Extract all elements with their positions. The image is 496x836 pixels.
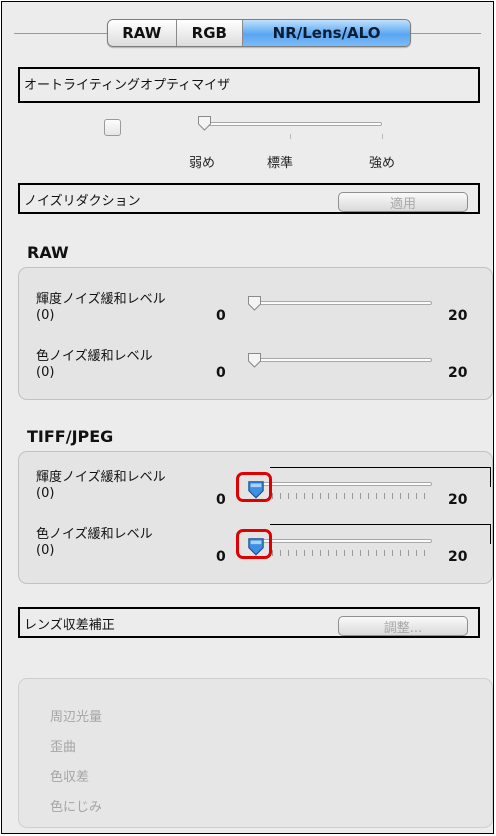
raw-heading: RAW — [27, 243, 69, 262]
nr-apply-button[interactable]: 適用 — [338, 192, 468, 212]
lens-item-color-blur: 色にじみ — [50, 800, 103, 815]
callout-line-top — [270, 467, 491, 468]
alo-scale-standard: 標準 — [267, 156, 294, 171]
alo-checkbox[interactable] — [104, 119, 121, 136]
raw-chroma-min: 0 — [216, 365, 226, 381]
callout-line-bottom — [270, 524, 491, 525]
tiff-luminance-label: 輝度ノイズ緩和レベル (0) — [36, 470, 166, 501]
tiff-chroma-slider-track[interactable] — [249, 539, 432, 543]
tab-bar: RAW RGB NR/Lens/ALO — [107, 19, 411, 47]
raw-chroma-label: 色ノイズ緩和レベル (0) — [36, 349, 153, 380]
lens-adjust-button[interactable]: 調整... — [338, 616, 468, 636]
raw-chroma-slider-knob[interactable] — [247, 352, 262, 368]
tool-palette: RAW RGB NR/Lens/ALO オートライティングオプティマイザ 弱め … — [1, 1, 494, 834]
alo-tick-high — [382, 134, 383, 139]
lens-title: レンズ収差補正 — [24, 618, 115, 633]
tiff-luminance-max: 20 — [448, 492, 468, 508]
alo-scale-high: 強め — [369, 156, 396, 171]
tiff-chroma-label: 色ノイズ緩和レベル (0) — [36, 527, 153, 558]
tiff-luminance-slider-track[interactable] — [249, 482, 432, 486]
callout-line-bottom-vertical — [490, 524, 491, 544]
alo-title: オートライティングオプティマイザ — [24, 78, 231, 93]
tiff-chroma-max: 20 — [448, 549, 468, 565]
alo-tick-mid — [290, 134, 291, 139]
raw-luminance-slider-track[interactable] — [249, 301, 432, 305]
tiff-jpeg-heading: TIFF/JPEG — [27, 427, 114, 446]
alo-slider-knob[interactable] — [197, 115, 212, 131]
tab-rgb[interactable]: RGB — [177, 20, 244, 46]
tiff-luminance-highlight — [236, 472, 272, 502]
lens-item-distortion: 歪曲 — [50, 740, 77, 755]
tiff-luminance-min: 0 — [216, 492, 226, 508]
raw-chroma-max: 20 — [448, 365, 468, 381]
alo-section-header: オートライティングオプティマイザ — [18, 67, 480, 103]
tiff-chroma-highlight — [236, 529, 272, 559]
tiff-chroma-min: 0 — [216, 549, 226, 565]
raw-chroma-slider-track[interactable] — [249, 358, 432, 362]
callout-line-top-vertical — [490, 467, 491, 487]
raw-luminance-min: 0 — [216, 308, 226, 324]
lens-item-peripheral: 周辺光量 — [50, 710, 103, 725]
tab-raw[interactable]: RAW — [108, 20, 177, 46]
tiff-chroma-ticks — [272, 550, 425, 556]
raw-luminance-slider-knob[interactable] — [247, 295, 262, 311]
tab-nr-lens-alo[interactable]: NR/Lens/ALO — [243, 20, 410, 46]
alo-slider-track[interactable] — [199, 122, 382, 126]
alo-scale-low: 弱め — [189, 156, 216, 171]
tiff-luminance-ticks — [272, 493, 425, 499]
raw-luminance-label: 輝度ノイズ緩和レベル (0) — [36, 292, 166, 323]
nr-title: ノイズリダクション — [24, 194, 141, 209]
raw-luminance-max: 20 — [448, 308, 468, 324]
lens-item-chromatic: 色収差 — [50, 770, 90, 785]
